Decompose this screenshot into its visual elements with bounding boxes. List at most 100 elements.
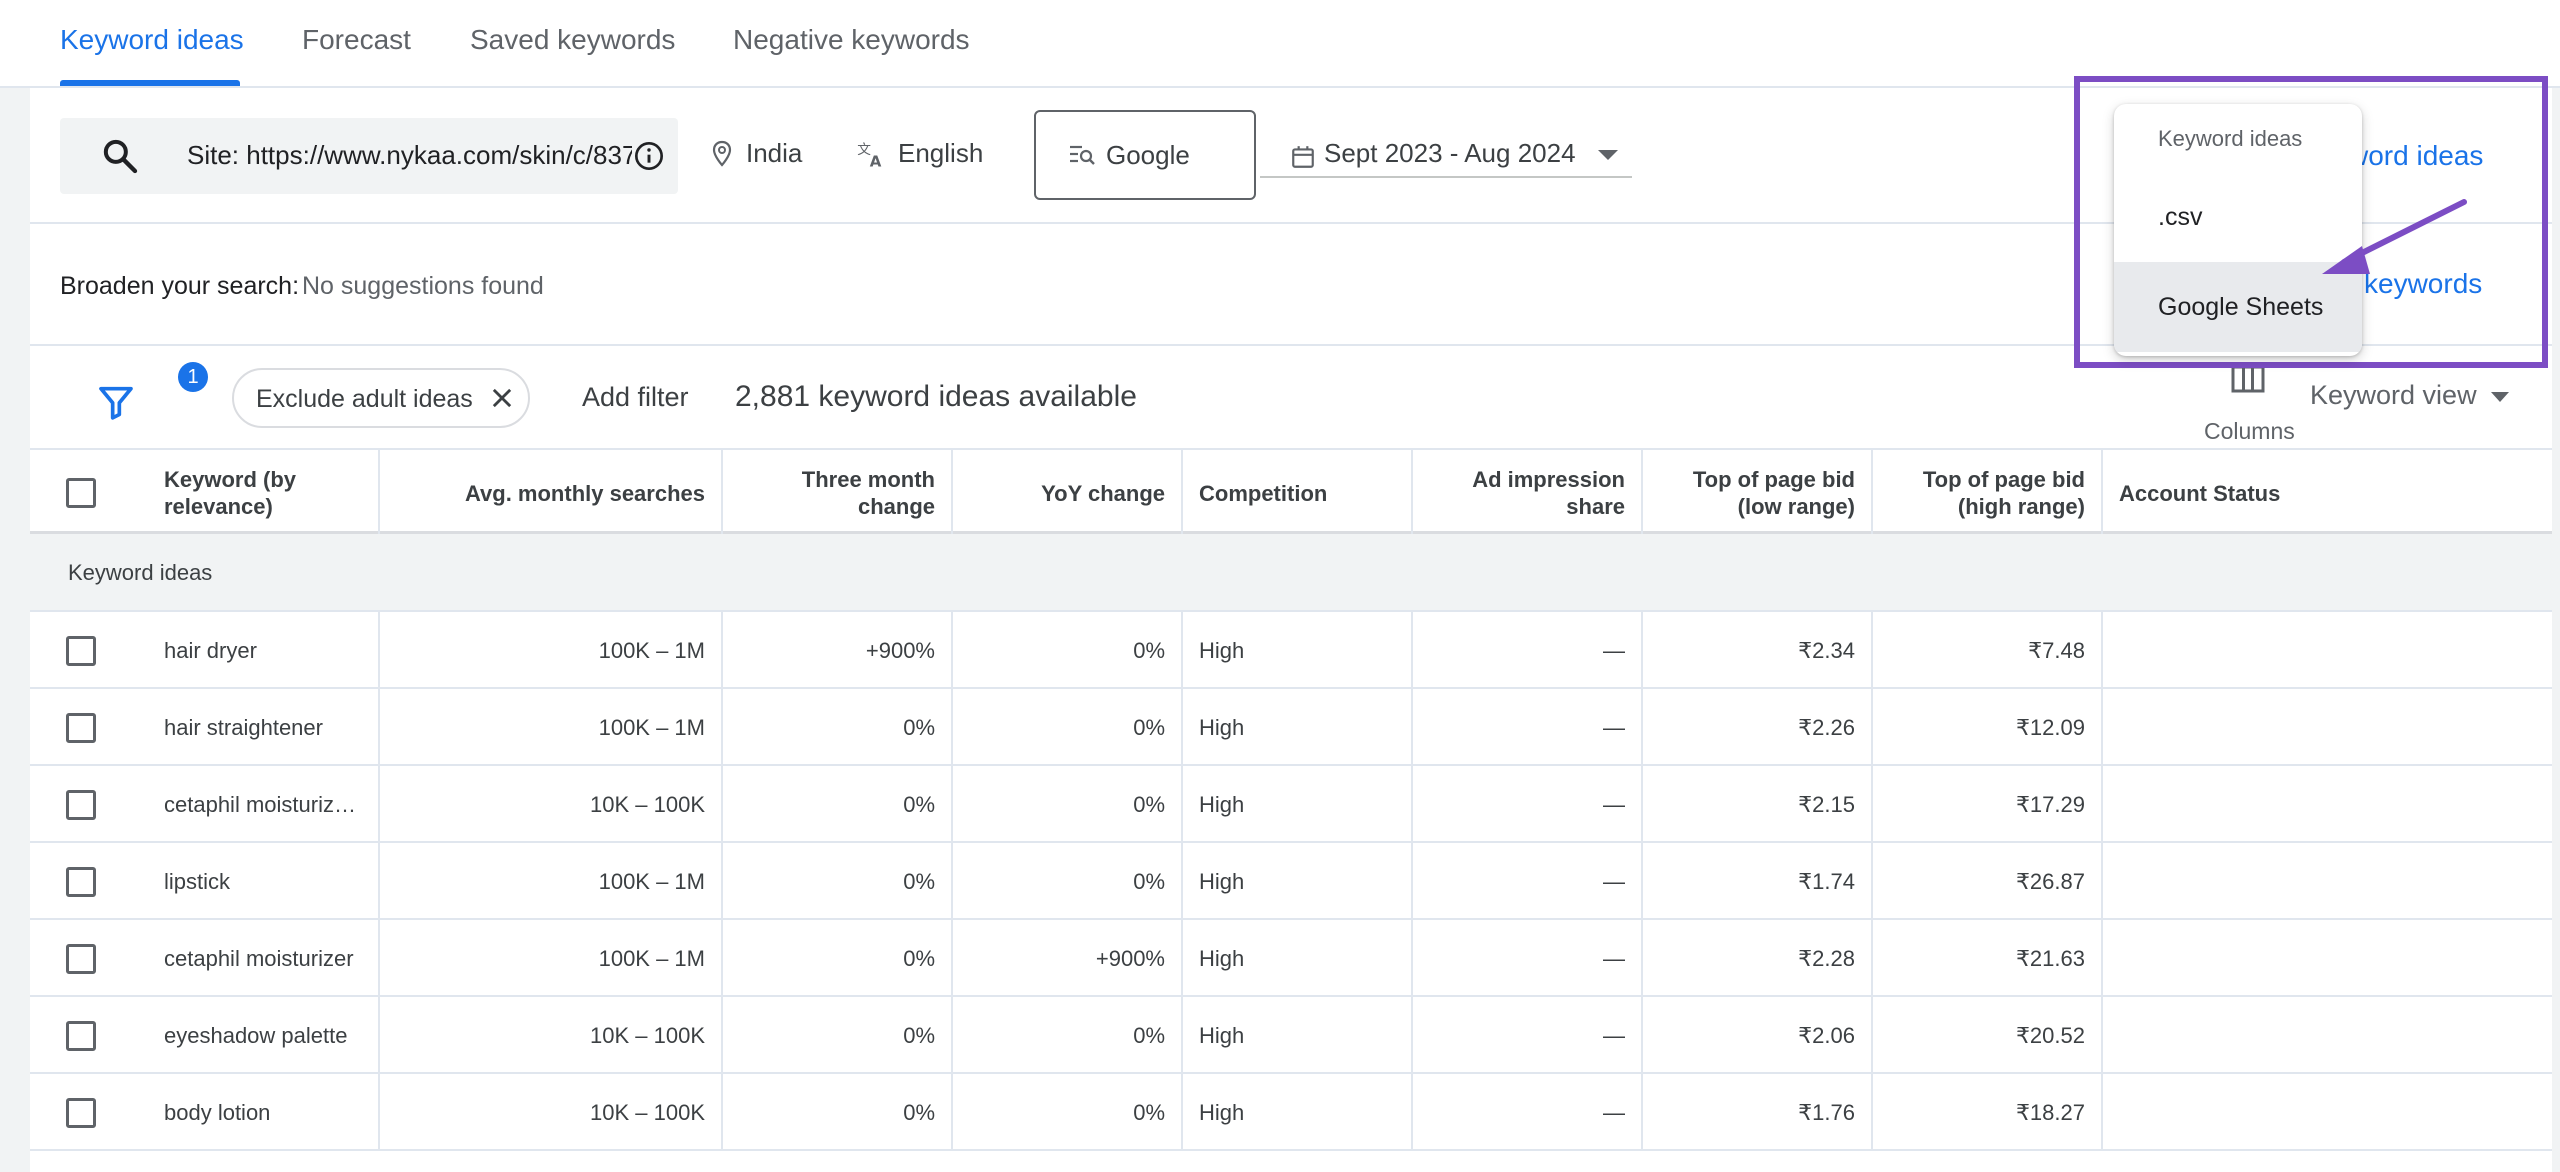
keyword-view-label: Keyword view [2310,380,2477,410]
cell-keyword[interactable]: lipstick [148,843,380,920]
row-checkbox[interactable] [66,867,96,897]
row-checkbox[interactable] [66,790,96,820]
table-row[interactable]: eyeshadow palette 10K – 100K 0% 0% High — ₹2.0… [30,997,2552,1074]
cell-bid-low: ₹2.26 [1643,689,1873,766]
table-row[interactable]: hair dryer 100K – 1M +900% 0% High — ₹2.34 ₹7.4… [30,612,2552,689]
select-all-checkbox[interactable] [66,478,96,508]
cell-account-status [2103,766,2552,843]
tab-forecast[interactable]: Forecast [302,24,411,56]
calendar-icon [1292,146,1314,168]
cell-three-month-change: 0% [723,766,953,843]
tab-bar: Keyword ideas Forecast Saved keywords Ne… [0,0,2560,88]
cell-account-status [2103,997,2552,1074]
filter-button[interactable]: 1 [96,362,208,430]
cell-keyword[interactable]: cetaphil moisturiz… [148,766,380,843]
header-competition[interactable]: Competition [1183,450,1413,536]
add-filter-button[interactable]: Add filter [582,382,689,413]
table-row[interactable]: body lotion 10K – 100K 0% 0% High — ₹1.76 ₹18.2… [30,1074,2552,1151]
cell-competition: High [1183,920,1413,997]
search-query: Site: https://www.nykaa.com/skin/c/8377 [187,140,632,170]
cell-bid-high: ₹12.09 [1873,689,2103,766]
table-row[interactable]: lipstick 100K – 1M 0% 0% High — ₹1.74 ₹26.87 [30,843,2552,920]
cell-three-month-change: 0% [723,843,953,920]
table-row[interactable]: hair straightener 100K – 1M 0% 0% High — ₹2.26… [30,689,2552,766]
header-bid-high[interactable]: Top of page bid (high range) [1873,450,2103,536]
header-account-status[interactable]: Account Status [2103,450,2552,536]
chip-label: Exclude adult ideas [256,385,473,413]
cell-bid-low: ₹2.28 [1643,920,1873,997]
cell-bid-high: ₹20.52 [1873,997,2103,1074]
table-row[interactable]: cetaphil moisturiz… 10K – 100K 0% 0% High — ₹2… [30,766,2552,843]
keyword-planner-app: Keyword ideas Forecast Saved keywords Ne… [0,0,2560,1172]
cell-three-month-change: 0% [723,689,953,766]
header-bid-low[interactable]: Top of page bid (low range) [1643,450,1873,536]
row-checkbox[interactable] [66,944,96,974]
menu-header: Keyword ideas [2158,126,2303,151]
cell-keyword[interactable]: eyeshadow palette [148,997,380,1074]
cell-ad-impression-share: — [1413,612,1643,689]
table-header: Keyword (by relevance) Avg. monthly sear… [30,448,2552,536]
search-engine-label: Google [1106,140,1190,170]
row-select-cell [30,997,148,1074]
cell-keyword[interactable]: hair straightener [148,689,380,766]
row-checkbox[interactable] [66,713,96,743]
table-row[interactable]: cetaphil moisturizer 100K – 1M 0% +900% High… [30,920,2552,997]
cell-bid-high: ₹17.29 [1873,766,2103,843]
cell-bid-high: ₹7.48 [1873,612,2103,689]
tab-negative-keywords[interactable]: Negative keywords [733,24,970,56]
search-engine-icon [1070,145,1095,165]
date-range-label: Sept 2023 - Aug 2024 [1324,138,1576,168]
header-three-month-change[interactable]: Three month change [723,450,953,536]
cell-avg-monthly-searches: 10K – 100K [380,1074,723,1151]
location-selector[interactable]: India [710,138,802,169]
date-range-selector[interactable]: Sept 2023 - Aug 2024 [1260,138,1632,178]
cell-competition: High [1183,766,1413,843]
info-icon[interactable] [633,140,665,172]
cell-bid-high: ₹18.27 [1873,1074,2103,1151]
svg-text:A: A [870,152,882,169]
group-row: Keyword ideas [30,534,2552,612]
row-select-cell [30,612,148,689]
cell-bid-low: ₹2.34 [1643,612,1873,689]
row-select-cell [30,766,148,843]
row-select-cell [30,1074,148,1151]
chevron-down-icon [1598,150,1618,160]
cell-competition: High [1183,843,1413,920]
select-all-cell [30,450,96,536]
filter-count-badge: 1 [178,362,208,392]
cell-ad-impression-share: — [1413,766,1643,843]
language-selector[interactable]: 文 A English [856,138,983,169]
cell-avg-monthly-searches: 100K – 1M [380,920,723,997]
cell-keyword[interactable]: body lotion [148,1074,380,1151]
search-icon [103,139,138,174]
keyword-view-selector[interactable]: Keyword view [2310,380,2509,411]
cell-yoy-change: 0% [953,612,1183,689]
cell-yoy-change: 0% [953,689,1183,766]
header-keyword[interactable]: Keyword (by relevance) [148,450,380,536]
search-input[interactable]: Site: https://www.nykaa.com/skin/c/8377 [60,118,678,194]
right-rail [2552,88,2560,1172]
cell-account-status [2103,689,2552,766]
search-engine-selector[interactable]: Google [1034,110,1256,200]
chevron-down-icon [2490,391,2509,402]
cell-bid-high: ₹21.63 [1873,920,2103,997]
cell-account-status [2103,612,2552,689]
cell-keyword[interactable]: cetaphil moisturizer [148,920,380,997]
row-checkbox[interactable] [66,636,96,666]
cell-bid-low: ₹2.06 [1643,997,1873,1074]
broaden-label: Broaden your search: [60,272,300,300]
row-checkbox[interactable] [66,1021,96,1051]
columns-button[interactable]: Columns [2170,358,2330,444]
cell-ad-impression-share: — [1413,920,1643,997]
close-icon[interactable] [488,384,516,412]
exclude-adult-ideas-chip[interactable]: Exclude adult ideas [232,368,530,428]
row-checkbox[interactable] [66,1098,96,1128]
cell-keyword[interactable]: hair dryer [148,612,380,689]
cell-ad-impression-share: — [1413,689,1643,766]
tab-keyword-ideas[interactable]: Keyword ideas [60,24,244,56]
header-avg-monthly-searches[interactable]: Avg. monthly searches [380,450,723,536]
cell-three-month-change: +900% [723,612,953,689]
header-yoy-change[interactable]: YoY change [953,450,1183,536]
header-ad-impression-share[interactable]: Ad impression share [1413,450,1643,536]
tab-saved-keywords[interactable]: Saved keywords [470,24,675,56]
